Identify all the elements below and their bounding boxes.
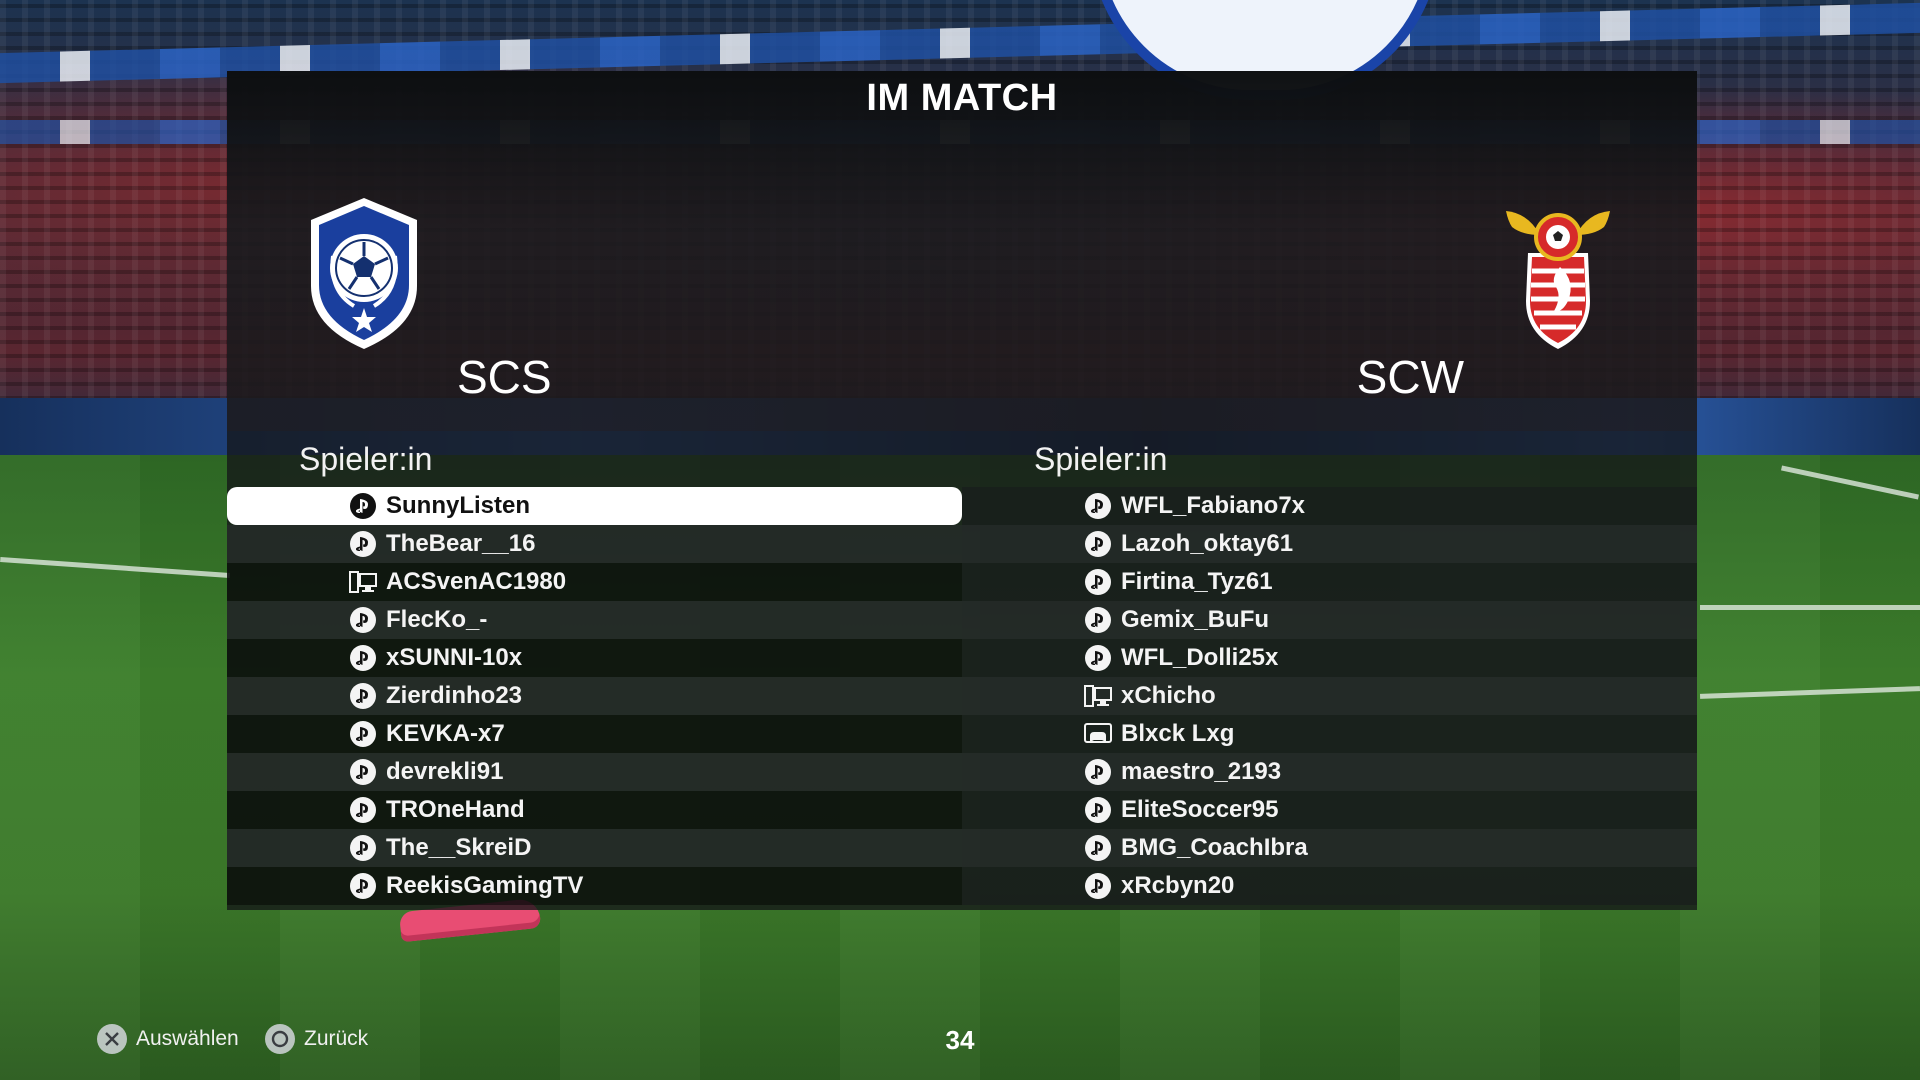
panel-title: IM MATCH	[866, 77, 1058, 119]
playstation-icon	[1084, 492, 1112, 520]
back-button[interactable]: Zurück	[265, 1022, 368, 1056]
xbox-controller-icon	[1084, 720, 1112, 748]
playstation-icon	[349, 644, 377, 672]
playstation-icon	[349, 720, 377, 748]
player-name: WFL_Fabiano7x	[1121, 492, 1306, 519]
back-label: Zurück	[304, 1027, 369, 1050]
player-name: maestro_2193	[1121, 758, 1282, 785]
player-name: ACSvenAC1980	[386, 568, 567, 595]
playstation-icon	[1084, 530, 1112, 558]
playstation-icon	[1084, 872, 1112, 900]
player-name: Lazoh_oktay61	[1121, 530, 1294, 557]
select-button[interactable]: Auswählen	[97, 1022, 239, 1056]
playstation-icon	[349, 834, 377, 862]
player-row[interactable]: EliteSoccer95	[962, 791, 1697, 829]
player-row[interactable]: Lazoh_oktay61	[962, 525, 1697, 563]
player-name: EliteSoccer95	[1121, 796, 1279, 823]
player-row[interactable]: BMG_CoachIbra	[962, 829, 1697, 867]
playstation-icon	[349, 492, 377, 520]
player-name: BMG_CoachIbra	[1121, 834, 1308, 861]
player-name: ReekisGamingTV	[386, 872, 584, 899]
away-column-header: Spieler:in	[1034, 441, 1168, 477]
player-row[interactable]: xRcbyn20	[962, 867, 1697, 905]
player-row[interactable]: xSUNNI-10x	[227, 639, 962, 677]
player-name: devrekli91	[386, 758, 504, 785]
home-team-name: SCS	[457, 351, 552, 403]
home-roster-list: SunnyListen TheBear__16 ACSvenAC1980 FlecKo…	[227, 487, 962, 905]
pitch-line	[1700, 605, 1920, 610]
playstation-icon	[349, 606, 377, 634]
pc-icon	[1084, 682, 1112, 710]
away-roster-list: WFL_Fabiano7x Lazoh_oktay61 Firtina_Tyz61 G…	[962, 487, 1697, 905]
pitch-line	[0, 556, 230, 579]
player-row[interactable]: WFL_Dolli25x	[962, 639, 1697, 677]
playstation-icon	[349, 796, 377, 824]
playstation-icon	[1084, 606, 1112, 634]
page-number: 34	[945, 1025, 975, 1055]
player-row[interactable]: Firtina_Tyz61	[962, 563, 1697, 601]
player-name: TROneHand	[386, 796, 525, 823]
player-row[interactable]: KEVKA-x7	[227, 715, 962, 753]
player-row[interactable]: TROneHand	[227, 791, 962, 829]
player-name: xRcbyn20	[1121, 872, 1235, 899]
player-row[interactable]: ReekisGamingTV	[227, 867, 962, 905]
away-team-crest-icon	[1498, 201, 1618, 351]
player-name: FlecKo_-	[386, 606, 488, 633]
pitch-line	[1699, 686, 1920, 699]
playstation-icon	[349, 682, 377, 710]
player-name: Gemix_BuFu	[1121, 606, 1270, 633]
playstation-icon	[1084, 796, 1112, 824]
playstation-icon	[1084, 644, 1112, 672]
playstation-icon	[1084, 758, 1112, 786]
playstation-icon	[349, 872, 377, 900]
player-row[interactable]: xChicho	[962, 677, 1697, 715]
player-row[interactable]: maestro_2193	[962, 753, 1697, 791]
cross-button-icon	[97, 1024, 127, 1054]
player-name: TheBear__16	[386, 530, 536, 557]
playstation-icon	[349, 758, 377, 786]
player-name: KEVKA-x7	[386, 720, 505, 747]
player-row[interactable]: FlecKo_-	[227, 601, 962, 639]
player-name: Blxck Lxg	[1121, 720, 1235, 747]
player-row[interactable]: Gemix_BuFu	[962, 601, 1697, 639]
player-row[interactable]: TheBear__16	[227, 525, 962, 563]
player-row[interactable]: ACSvenAC1980	[227, 563, 962, 601]
playstation-icon	[1084, 568, 1112, 596]
circle-button-icon	[265, 1024, 295, 1054]
pc-icon	[349, 568, 377, 596]
in-match-panel: IM MATCH SCS SCW Spieler:in Spieler:in S…	[227, 71, 1697, 910]
player-row[interactable]: devrekli91	[227, 753, 962, 791]
playstation-icon	[1084, 834, 1112, 862]
player-row[interactable]: The__SkreiD	[227, 829, 962, 867]
player-name: xSUNNI-10x	[386, 644, 523, 671]
player-name: The__SkreiD	[386, 834, 532, 861]
pitch-line	[1781, 465, 1919, 500]
player-name: xChicho	[1121, 682, 1216, 709]
player-row[interactable]: Blxck Lxg	[962, 715, 1697, 753]
player-name: SunnyListen	[386, 492, 531, 519]
player-name: Zierdinho23	[386, 682, 523, 709]
select-label: Auswählen	[136, 1027, 239, 1050]
player-row[interactable]: WFL_Fabiano7x	[962, 487, 1697, 525]
player-name: WFL_Dolli25x	[1121, 644, 1279, 671]
player-row[interactable]: SunnyListen	[227, 487, 962, 525]
home-team-crest-icon	[309, 196, 419, 351]
home-column-header: Spieler:in	[299, 441, 433, 477]
player-row[interactable]: Zierdinho23	[227, 677, 962, 715]
player-name: Firtina_Tyz61	[1121, 568, 1273, 595]
panel-header	[227, 71, 1697, 431]
playstation-icon	[349, 530, 377, 558]
away-team-name: SCW	[1356, 351, 1464, 403]
